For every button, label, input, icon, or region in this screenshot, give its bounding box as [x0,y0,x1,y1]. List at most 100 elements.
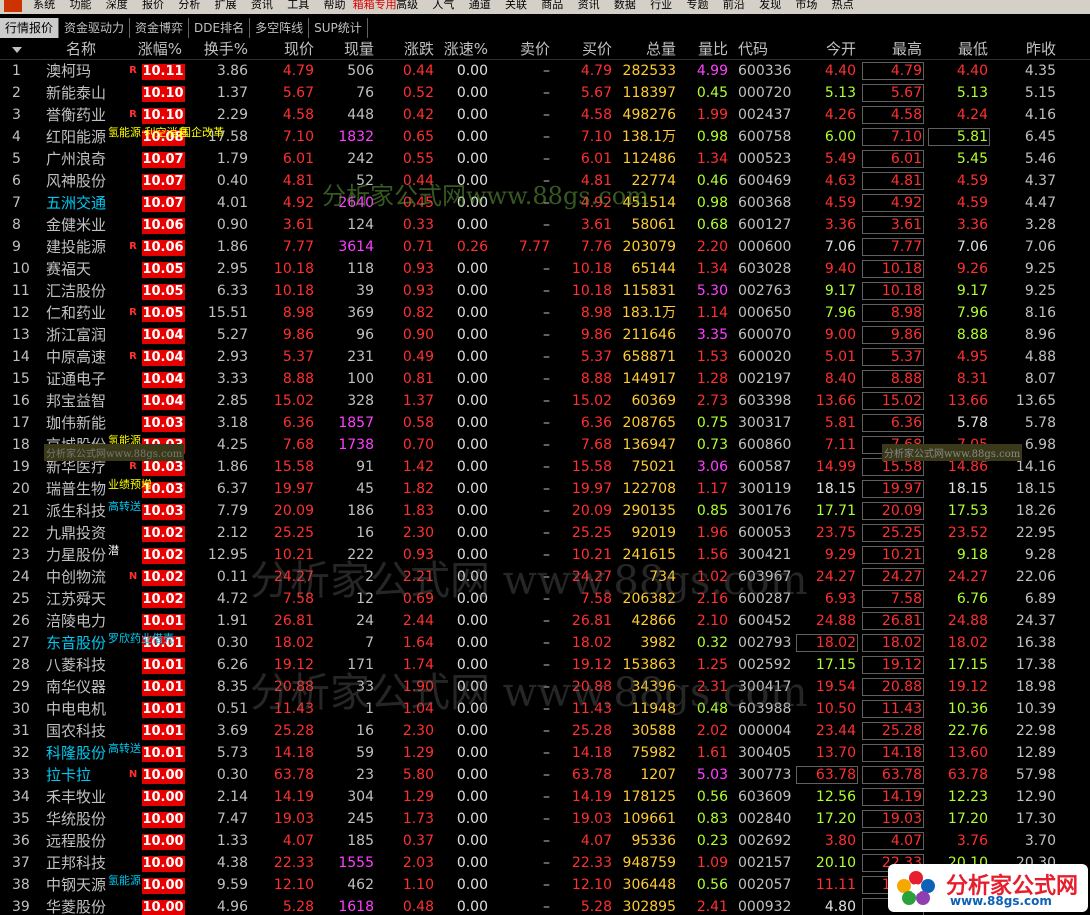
high-price: 4.79 [860,60,926,82]
low-price: 5.78 [956,415,988,431]
table-row[interactable]: 20 瑞普生物 10.03 6.37 19.97 45 1.82 0.00–19.97 1227… [0,478,1090,500]
menu-item[interactable]: 发现 [752,0,788,10]
table-row[interactable]: 26 涪陵电力 10.01 1.91 26.81 24 2.44 0.00 – 26.81 4286… [0,610,1090,632]
tab-4[interactable]: 多空阵线 [250,18,310,38]
menu-item[interactable]: 热点 [825,0,861,10]
table-row[interactable]: 2 新能泰山 10.10 1.37 5.67 76 0.52 0.00 – 5.67 118397 0… [0,82,1090,104]
table-row[interactable]: 18 京城股份 10.03 4.25 7.68 1738 0.70 0.00–7.68 1369… [0,434,1090,456]
menu-item[interactable]: 帮助 [316,0,352,10]
table-row[interactable]: 23 力星股份 10.02 12.95 10.21 222 0.93 0.00–10.21 24… [0,544,1090,566]
column-header-open[interactable]: 今开 [794,38,860,60]
column-header-price[interactable]: 现价 [252,38,318,60]
speed: 0.00 [456,481,488,497]
sort-column-header[interactable] [0,38,40,60]
column-header-change[interactable]: 涨跌 [378,38,438,60]
column-header-code[interactable]: 代码 [732,38,794,60]
table-row[interactable]: 1 澳柯玛 R 10.11 3.86 4.79 506 0.44 0.00 – 4.79 282533… [0,60,1090,82]
table-row[interactable]: 3 誉衡药业 R 10.10 2.29 4.58 448 0.42 0.00 – 4.58 49827… [0,104,1090,126]
stock-flag: N [128,769,138,780]
menu-item[interactable]: 箱箱专用 [353,0,397,10]
menu-item[interactable]: 通道 [462,0,498,10]
column-header-pct[interactable]: 涨幅% [126,38,186,60]
menu-item[interactable]: 报价 [135,0,171,10]
table-row[interactable]: 12 仁和药业 R 10.05 15.51 8.98 369 0.82 0.00 – 8.98 183… [0,302,1090,324]
menu-item[interactable]: 高级 [389,0,425,10]
prev-close: 4.16 [1024,107,1056,123]
table-row[interactable]: 5 广州浪奇 10.07 1.79 6.01 242 0.55 0.00 – 6.01 112486… [0,148,1090,170]
menu-item[interactable]: 深度 [99,0,135,10]
menu-item[interactable]: 分析 [171,0,207,10]
table-row[interactable]: 22 九鼎投资 10.02 2.12 25.25 16 2.30 0.00 – 25.25 9201… [0,522,1090,544]
high-price: 11.43 [860,698,926,720]
tab-5[interactable]: SUP统计 [309,18,368,38]
column-header-turnover[interactable]: 换手% [186,38,252,60]
menu-item[interactable]: 系统 [26,0,62,10]
tab-1[interactable]: 资金驱动力 [59,18,131,38]
table-row[interactable]: 21 派生科技 10.03 7.79 20.09 186 1.83 0.00–20.09 290… [0,500,1090,522]
current-price: 19.97 [273,481,314,497]
table-row[interactable]: 25 江苏舜天 10.02 4.72 7.58 12 0.69 0.00 – 7.58 206382… [0,588,1090,610]
menu-item[interactable]: 专题 [679,0,715,10]
buy-price: 9.86 [580,327,612,343]
table-row[interactable]: 24 中创物流 N 10.02 0.11 24.27 2 2.21 0.00 – 24.27 734 1… [0,566,1090,588]
menu-item[interactable]: 行业 [643,0,679,10]
column-header-speed[interactable]: 涨速% [438,38,492,60]
buy-price: 5.28 [580,899,612,915]
table-row[interactable]: 36 远程股份 10.00 1.33 4.07 185 0.37 0.00 – 4.07 95336… [0,830,1090,852]
table-row[interactable]: 15 证通电子 10.04 3.33 8.88 100 0.81 0.00 – 8.88 14491… [0,368,1090,390]
column-header-volume[interactable]: 现量 [318,38,378,60]
column-header-name[interactable]: 名称 [40,38,126,60]
menu-item[interactable]: 人气 [425,0,461,10]
column-header-high[interactable]: 最高 [860,38,926,60]
table-row[interactable]: 29 南华仪器 10.01 8.35 20.88 33 1.90 0.00 – 20.88 3439… [0,676,1090,698]
table-row[interactable]: 28 八菱科技 10.01 6.26 19.12 171 1.74 0.00 – 19.12 153… [0,654,1090,676]
pct-change-box: 10.00 [141,834,185,850]
high-price: 14.18 [860,742,926,764]
tab-2[interactable]: 资金博弈 [130,18,190,38]
table-row[interactable]: 6 风神股份 10.07 0.40 4.81 52 0.44 0.00 – 4.81 22774 0.… [0,170,1090,192]
table-row[interactable]: 11 汇洁股份 10.05 6.33 10.18 39 0.93 0.00 – 10.18 1158… [0,280,1090,302]
column-header-sell[interactable]: 卖价 [492,38,554,60]
menu-item[interactable]: 功能 [62,0,98,10]
table-row[interactable]: 8 金健米业 10.06 0.90 3.61 124 0.33 0.00 – 3.61 58061 0… [0,214,1090,236]
menu-item[interactable]: 商品 [534,0,570,10]
menu-item[interactable]: 扩展 [207,0,243,10]
menu-item[interactable]: 工具 [280,0,316,10]
table-row[interactable]: 33 拉卡拉 N 10.00 0.30 63.78 23 5.80 0.00 – 63.78 1207… [0,764,1090,786]
table-row[interactable]: 32 科隆股份 10.01 5.73 14.18 59 1.29 0.00–14.18 7598… [0,742,1090,764]
current-volume: 91 [356,459,374,475]
table-row[interactable]: 19 新华医疗 R 10.03 1.86 15.58 91 1.42 0.00 – 15.58 750… [0,456,1090,478]
menu-item[interactable]: 前沿 [716,0,752,10]
pct-change: 10.06 [140,214,186,236]
menu-item[interactable]: 市场 [788,0,824,10]
table-row[interactable]: 35 华统股份 10.00 7.47 19.03 245 1.73 0.00 – 19.03 109… [0,808,1090,830]
menu-item[interactable]: 关联 [498,0,534,10]
column-header-buy[interactable]: 买价 [554,38,616,60]
table-row[interactable]: 34 禾丰牧业 10.00 2.14 14.19 304 1.29 0.00 – 14.19 178… [0,786,1090,808]
buy-price: 12.10 [571,877,612,893]
table-row[interactable]: 17 珈伟新能 10.03 3.18 6.36 1857 0.58 0.00 – 6.36 2087… [0,412,1090,434]
price-change: 0.58 [402,415,434,431]
column-header-total[interactable]: 总量 [616,38,680,60]
table-row[interactable]: 30 中电电机 10.01 0.51 11.43 1 1.04 0.00 – 11.43 11948… [0,698,1090,720]
volume-ratio: 1.09 [696,855,728,871]
column-header-prev[interactable]: 昨收 [992,38,1060,60]
pct-change-box: 10.06 [141,218,185,234]
turnover: 4.01 [216,195,248,211]
current-price: 6.01 [282,151,314,167]
column-header-low[interactable]: 最低 [926,38,992,60]
stock-code: 600860 [738,437,792,453]
menu-item[interactable]: 资讯 [244,0,280,10]
table-row[interactable]: 7 五洲交通 10.07 4.01 4.92 2640 0.45 0.00 – 4.92 45151… [0,192,1090,214]
table-row[interactable]: 31 国农科技 10.01 3.69 25.28 16 2.30 0.00 – 25.28 3058… [0,720,1090,742]
table-row[interactable]: 13 浙江富润 10.04 5.27 9.86 96 0.90 0.00 – 9.86 211646… [0,324,1090,346]
table-row[interactable]: 14 中原高速 R 10.04 2.93 5.37 231 0.49 0.00 – 5.37 6588… [0,346,1090,368]
tab-3[interactable]: DDE排名 [189,18,251,38]
tab-0[interactable]: 行情报价 [0,18,60,38]
table-row[interactable]: 10 赛福天 10.05 2.95 10.18 118 0.93 0.00 – 10.18 6514… [0,258,1090,280]
menu-item[interactable]: 资讯 [570,0,606,10]
table-row[interactable]: 16 邦宝益智 10.04 2.85 15.02 328 1.37 0.00 – 15.02 603… [0,390,1090,412]
column-header-ratio[interactable]: 量比 [680,38,732,60]
table-row[interactable]: 9 建投能源 R 10.06 1.86 7.77 3614 0.71 0.26 7.77 7.76 2… [0,236,1090,258]
menu-item[interactable]: 数据 [607,0,643,10]
